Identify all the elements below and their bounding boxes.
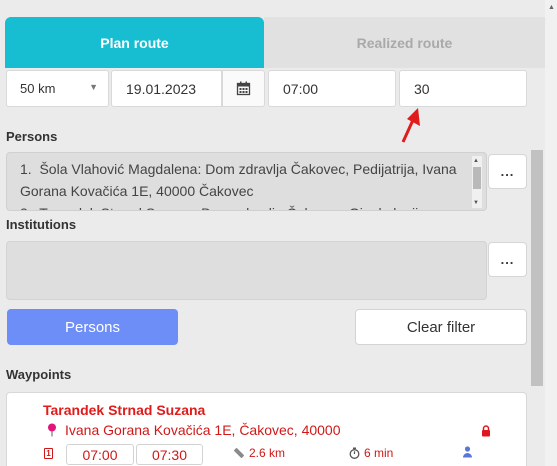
clear-filter-button[interactable]: Clear filter	[355, 309, 527, 345]
persons-list[interactable]: 1. Šola Vlahović Magdalena: Dom zdravlja…	[6, 152, 487, 211]
departure-time-field[interactable]: 07:30	[136, 444, 203, 465]
institutions-more-button[interactable]: ...	[488, 242, 527, 277]
panel-scroll-thumb[interactable]	[531, 150, 543, 386]
institutions-list[interactable]	[6, 241, 487, 300]
duration-input[interactable]: 30	[399, 70, 527, 107]
persons-scroll-thumb[interactable]	[473, 167, 481, 189]
distance-value: 50 km	[20, 81, 56, 96]
waypoint-card[interactable]: Tarandek Strnad Suzana Ivana Gorana Kova…	[6, 392, 527, 466]
tab-realized-route[interactable]: Realized route	[264, 17, 545, 68]
chevron-down-icon: ▼	[89, 82, 98, 92]
travel-time-value: 6 min	[364, 446, 394, 460]
waypoint-distance: 2.6 km	[233, 446, 285, 460]
time-input[interactable]: 07:00	[268, 70, 396, 107]
time-value: 07:00	[283, 80, 319, 97]
waypoints-label: Waypoints	[6, 367, 72, 382]
route-planner-panel: Plan route Realized route 50 km ▼ 19.01.…	[0, 0, 545, 466]
tab-plan-route[interactable]: Plan route	[5, 17, 264, 68]
persons-text: 1. Šola Vlahović Magdalena: Dom zdravlja…	[20, 161, 457, 210]
scroll-up-icon[interactable]: ▲	[473, 158, 479, 164]
date-input[interactable]: 19.01.2023	[111, 70, 222, 107]
distance-value: 2.6 km	[249, 446, 286, 460]
date-value: 19.01.2023	[126, 80, 197, 97]
ruler-icon	[234, 448, 244, 458]
persons-label: Persons	[6, 129, 58, 144]
person-icon[interactable]	[462, 446, 473, 458]
persons-button[interactable]: Persons	[7, 309, 178, 345]
scroll-up-icon[interactable]: ▲	[548, 4, 555, 11]
persons-more-button[interactable]: ...	[488, 154, 527, 189]
institutions-label: Institutions	[6, 217, 77, 232]
stopwatch-icon	[349, 447, 360, 459]
duration-value: 30	[414, 80, 430, 97]
calendar-icon	[236, 81, 251, 96]
distance-select[interactable]: 50 km ▼	[6, 70, 109, 107]
map-pin-icon	[48, 423, 56, 437]
waypoint-sequence: 1	[44, 448, 53, 459]
scroll-down-icon[interactable]: ▼	[473, 200, 479, 206]
waypoint-travel-time: 6 min	[349, 446, 393, 460]
page-scrollbar[interactable]	[545, 0, 557, 466]
arrival-time-field[interactable]: 07:00	[66, 444, 134, 465]
persons-scrollbar[interactable]: ▲ ▼	[472, 156, 482, 208]
date-picker-button[interactable]	[222, 70, 265, 107]
waypoint-name: Tarandek Strnad Suzana	[43, 402, 206, 418]
lock-icon[interactable]	[481, 425, 491, 437]
red-arrow-icon	[401, 108, 420, 143]
waypoint-address: Ivana Gorana Kovačića 1E, Čakovec, 40000	[65, 422, 341, 438]
